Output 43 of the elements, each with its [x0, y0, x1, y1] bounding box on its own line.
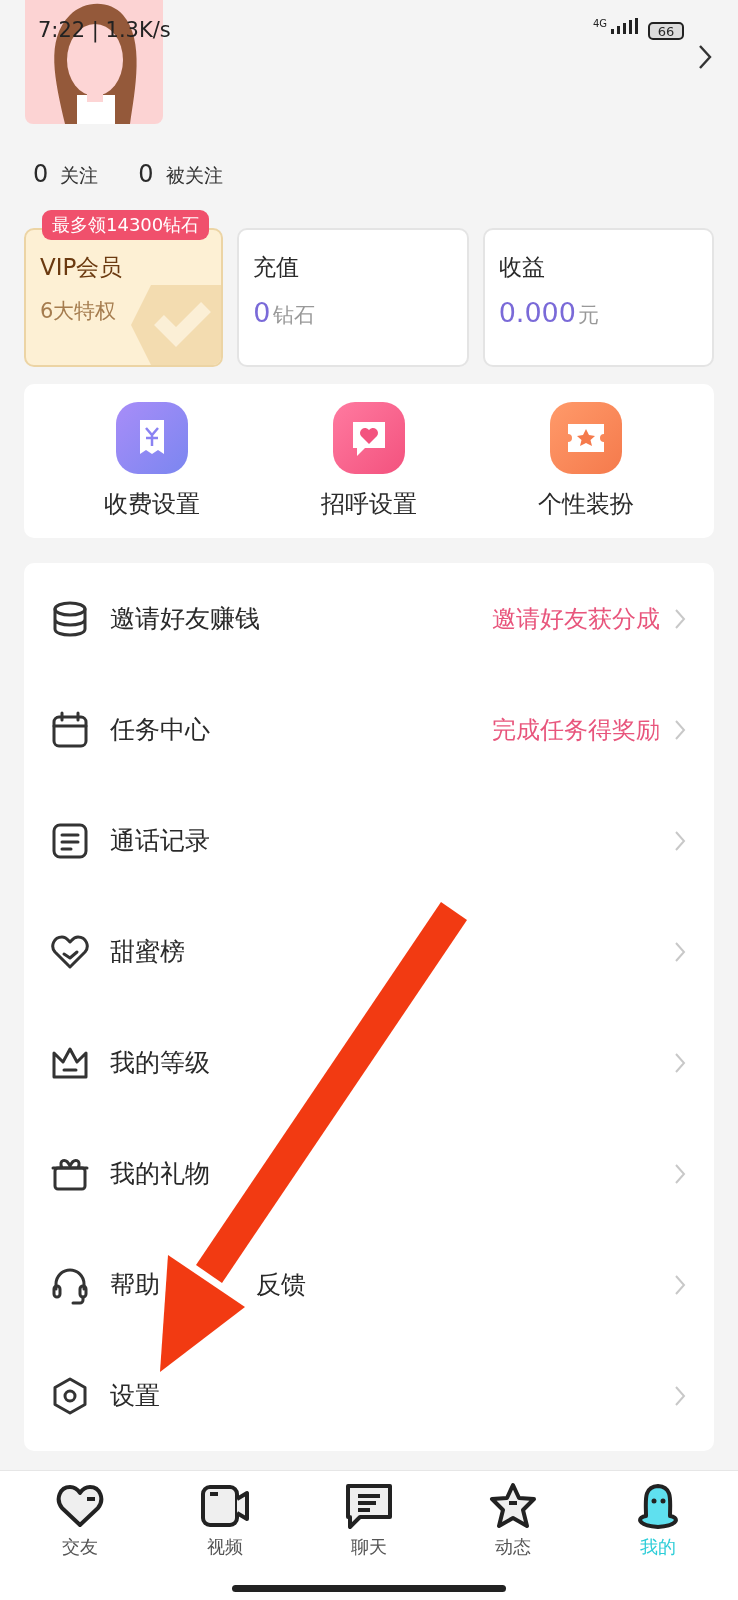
menu-item-label[interactable]: 帮助 — [110, 1268, 160, 1301]
quick-action-label[interactable]: 招呼设置 — [321, 488, 417, 520]
calendar-icon — [50, 709, 90, 750]
menu-item-label[interactable]: 我的等级 — [110, 1046, 210, 1079]
card-title: 充值 — [253, 253, 301, 282]
tab[interactable]: 聊天 — [318, 1481, 419, 1559]
menu-item-label[interactable]: 甜蜜榜 — [110, 935, 185, 968]
menu-item-label[interactable]: 任务中心 — [110, 713, 210, 746]
balance-card[interactable]: 充值 0钻石 — [237, 228, 469, 367]
menu-item-label[interactable]: 设置 — [110, 1379, 160, 1412]
chevron-right-icon[interactable] — [698, 44, 712, 70]
follow-count: 0 — [138, 160, 154, 188]
menu-item-label[interactable]: 邀请好友赚钱 — [110, 602, 260, 635]
quick-action-label[interactable]: 收费设置 — [104, 488, 201, 520]
network-type: 4G — [593, 18, 608, 29]
battery-level: 66 — [648, 22, 684, 40]
follow-label[interactable]: 关注 — [60, 163, 99, 189]
quick-action-icon[interactable] — [333, 402, 405, 474]
menu-item-label[interactable]: 通话记录 — [110, 824, 210, 857]
tab[interactable]: 视频 — [174, 1481, 275, 1559]
chat-icon — [343, 1481, 394, 1531]
balance-card[interactable]: 收益 0.000 元 — [482, 228, 714, 367]
menu-item-label[interactable]: 反馈 — [256, 1268, 306, 1301]
card-subtitle: 6大特权 — [40, 298, 118, 325]
menu-item-label[interactable]: 我的礼物 — [110, 1157, 210, 1190]
promo-badge: 最多领14300钻石 — [42, 210, 210, 240]
quick-action-icon[interactable] — [549, 402, 622, 474]
tab[interactable]: 动态 — [463, 1481, 564, 1559]
card-title: 收益 — [498, 253, 546, 282]
follow-count: 0 — [33, 160, 49, 188]
balance-value: 0.000 — [498, 297, 576, 328]
menu-item-hint: 邀请好友获分成 — [492, 603, 660, 635]
quick-action-icon[interactable] — [116, 402, 189, 474]
star-icon — [488, 1481, 539, 1531]
card-title: VIP会员 — [40, 253, 124, 282]
balance-unit: 元 — [577, 302, 599, 329]
quick-action-label[interactable]: 个性装扮 — [537, 488, 634, 520]
menu-item-hint: 完成任务得奖励 — [492, 714, 660, 746]
check-icon — [131, 285, 222, 365]
balance-unit: 钻石 — [272, 302, 315, 329]
balance-value: 0 — [253, 297, 271, 328]
follow-label[interactable]: 被关注 — [165, 163, 223, 189]
tab[interactable]: 交友 — [30, 1481, 131, 1559]
